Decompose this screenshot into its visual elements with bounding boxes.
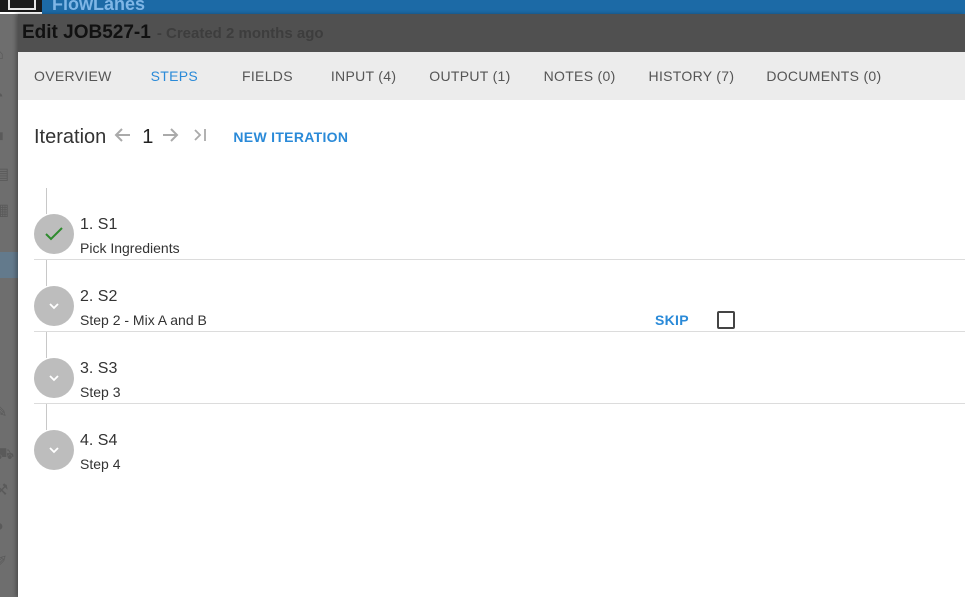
step-status-circle bbox=[34, 286, 74, 326]
dialog-title: Edit JOB527-1 bbox=[22, 22, 151, 43]
tab-fields[interactable]: FIELDS bbox=[242, 52, 293, 100]
step-description: Pick Ingredients bbox=[80, 240, 180, 256]
arrow-left-icon[interactable] bbox=[114, 126, 132, 149]
iteration-controls: Iteration 1 NEW ITERATION bbox=[34, 124, 348, 150]
step-item-4[interactable]: 4. S4 Step 4 bbox=[34, 404, 965, 476]
step-title: 3. S3 bbox=[80, 360, 118, 377]
step-complete-checkbox[interactable] bbox=[717, 311, 735, 329]
app-title: FlowLanes bbox=[52, 0, 146, 14]
dialog-subtitle: - Created 2 months ago bbox=[156, 24, 324, 42]
step-description: Step 4 bbox=[80, 456, 121, 472]
step-title: 1. S1 bbox=[80, 216, 118, 233]
dashboard-icon: ◔ bbox=[0, 88, 14, 106]
step-title: 4. S4 bbox=[80, 432, 118, 449]
tab-notes[interactable]: NOTES (0) bbox=[544, 52, 616, 100]
chevron-down-icon bbox=[49, 375, 59, 382]
edit-icon: ✐ bbox=[0, 554, 8, 571]
tab-input[interactable]: INPUT (4) bbox=[331, 52, 396, 100]
home-icon: ⌂ bbox=[0, 46, 14, 64]
iteration-label: Iteration bbox=[34, 125, 107, 148]
step-description: Step 2 - Mix A and B bbox=[80, 312, 207, 328]
chevron-down-icon bbox=[49, 447, 59, 454]
step-item-3[interactable]: 3. S3 Step 3 bbox=[34, 332, 965, 404]
dialog-header: Edit JOB527-1 - Created 2 months ago bbox=[18, 14, 965, 52]
step-status-circle bbox=[34, 358, 74, 398]
background-sidebar: ⌂ ◔ ■ ▤ ▦ ✎ ⛟ ⚒ ◕ ✐ bbox=[0, 14, 18, 597]
skip-button[interactable]: SKIP bbox=[655, 312, 689, 328]
document-filled-icon: ▦ bbox=[0, 202, 10, 219]
edit-job-dialog: Edit JOB527-1 - Created 2 months ago OVE… bbox=[18, 14, 965, 597]
tab-steps[interactable]: STEPS bbox=[151, 52, 198, 100]
cart-icon: ⛟ bbox=[0, 446, 15, 463]
pie-chart-icon: ◕ bbox=[0, 518, 14, 536]
tab-documents[interactable]: DOCUMENTS (0) bbox=[766, 52, 881, 100]
app-logo-icon bbox=[0, 0, 42, 14]
tab-overview[interactable]: OVERVIEW bbox=[34, 52, 112, 100]
check-icon bbox=[45, 227, 63, 241]
step-item-1[interactable]: 1. S1 Pick Ingredients bbox=[34, 188, 965, 260]
new-iteration-button[interactable]: NEW ITERATION bbox=[233, 129, 348, 145]
step-status-circle bbox=[34, 430, 74, 470]
step-description: Step 3 bbox=[80, 384, 121, 400]
document-icon: ▤ bbox=[0, 166, 10, 183]
wrench-icon: ⚒ bbox=[0, 482, 9, 499]
truck-icon: ■ bbox=[0, 128, 14, 146]
tab-output[interactable]: OUTPUT (1) bbox=[429, 52, 510, 100]
iteration-number: 1 bbox=[142, 125, 154, 148]
step-title: 2. S2 bbox=[80, 288, 118, 305]
sidebar-selected-item bbox=[0, 252, 18, 278]
pencil-icon: ✎ bbox=[0, 404, 8, 421]
arrow-right-icon[interactable] bbox=[161, 126, 179, 149]
tab-history[interactable]: HISTORY (7) bbox=[649, 52, 735, 100]
chevron-down-icon bbox=[49, 303, 59, 310]
step-status-circle bbox=[34, 214, 74, 254]
tab-bar: OVERVIEW STEPS FIELDS INPUT (4) OUTPUT (… bbox=[18, 52, 965, 100]
skip-to-last-icon[interactable] bbox=[193, 128, 209, 147]
step-item-2[interactable]: 2. S2 Step 2 - Mix A and B SKIP bbox=[34, 260, 965, 332]
